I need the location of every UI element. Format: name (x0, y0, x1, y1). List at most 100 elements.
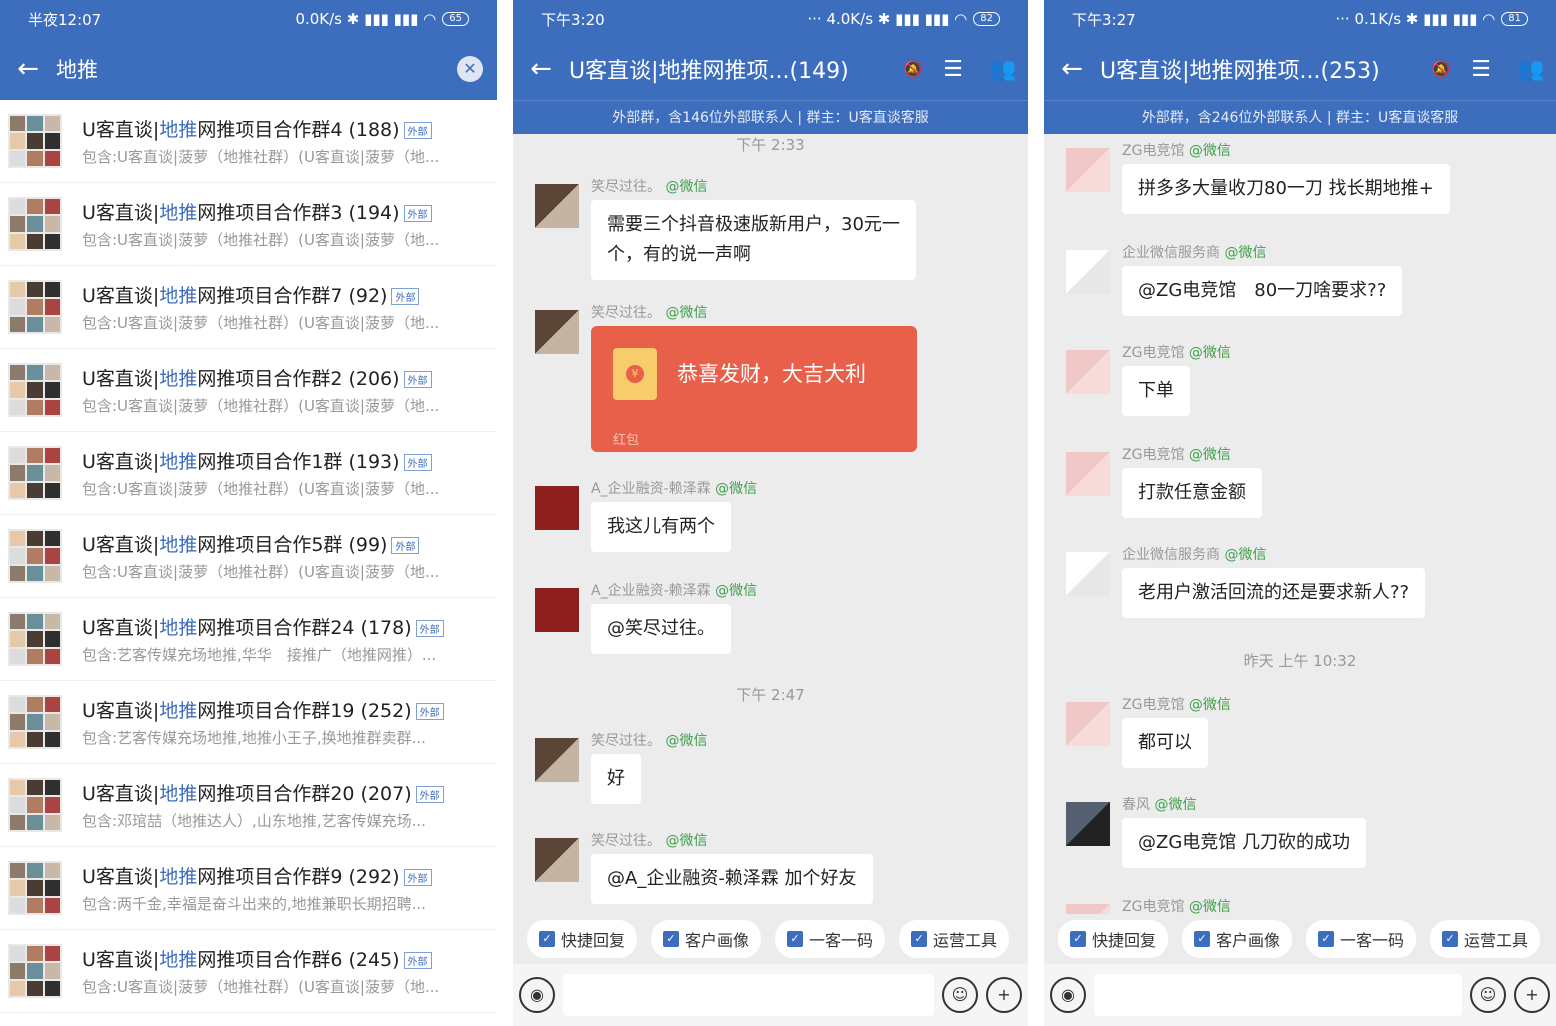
quick-action-label: 客户画像 (1216, 931, 1281, 950)
group-name: U客直谈|地推网推项目合作群6 (245) 外部 (82, 945, 479, 972)
avatar[interactable] (1066, 148, 1110, 192)
group-members-icon[interactable]: 👥 (978, 57, 1028, 82)
avatar[interactable] (535, 310, 579, 354)
sender-name-text: 笑尽过往。 (591, 305, 661, 321)
arrow-left-icon[interactable]: ← (513, 54, 569, 84)
sender-name: A_企业融资-赖泽霖 @微信 (591, 580, 757, 600)
avatar[interactable] (535, 588, 579, 632)
voice-icon[interactable]: ◉ (519, 977, 555, 1013)
group-name: U客直谈|地推网推项目合作群9 (292) 外部 (82, 862, 479, 889)
avatar[interactable] (1066, 702, 1110, 746)
group-result-item[interactable]: U客直谈|地推网推项目合作1群 (193) 外部 包含:U客直谈|菠萝（地推社群）(… (0, 432, 497, 515)
status-bar: 下午3:20 ··· 4.0K/s ✱ ▮▮▮ ▮▮▮ ◠ 82 (513, 0, 1028, 38)
avatar[interactable] (1066, 350, 1110, 394)
quick-action-button[interactable]: ✓ 运营工具 (899, 920, 1010, 958)
emoji-icon[interactable]: ☺ (942, 977, 978, 1013)
menu-list-icon[interactable]: ☰ (1456, 57, 1506, 82)
arrow-left-icon[interactable]: ← (0, 54, 56, 84)
search-highlight: 地推 (159, 534, 198, 556)
checkbox-icon: ✓ (1070, 931, 1086, 947)
message-bubble[interactable]: @ZG电竞馆 几刀砍的成功 (1122, 818, 1367, 868)
search-input[interactable] (56, 57, 457, 81)
message-bubble[interactable]: @A_企业融资-赖泽霖 加个好友 (591, 854, 873, 904)
avatar[interactable] (535, 184, 579, 228)
quick-action-button[interactable]: ✓ 一客一码 (1306, 920, 1417, 958)
group-result-item[interactable]: U客直谈|地推网推项目合作群2 (206) 外部 包含:U客直谈|菠萝（地推社群）(… (0, 349, 497, 432)
quick-action-button[interactable]: ✓ 一客一码 (775, 920, 886, 958)
message-bubble[interactable]: 需要三个抖音极速版新用户，30元一 个，有的说一声啊 (591, 200, 916, 280)
avatar[interactable] (1066, 904, 1110, 914)
avatar[interactable] (535, 738, 579, 782)
red-packet[interactable]: ¥ 恭喜发财，大吉大利 红包 (591, 326, 917, 452)
sender-name-text: 企业微信服务商 (1122, 245, 1220, 261)
message-bubble[interactable]: 我这儿有两个 (591, 502, 731, 552)
message-bubble[interactable]: 下单 (1122, 366, 1190, 416)
message-bubble[interactable]: 好 (591, 754, 641, 804)
quick-action-button[interactable]: ✓ 快捷回复 (527, 920, 638, 958)
group-result-item[interactable]: U客直谈|地推网推项目合作群24 (178) 外部 包含:艺客传媒充场地推,华华 接… (0, 598, 497, 681)
quick-action-button[interactable]: ✓ 客户画像 (651, 920, 762, 958)
arrow-left-icon[interactable]: ← (1044, 54, 1100, 84)
quick-action-label: 一客一码 (809, 931, 874, 950)
quick-action-label: 快捷回复 (1092, 931, 1157, 950)
message-bubble[interactable]: @笑尽过往。 (591, 604, 731, 654)
sender-name-text: ZG电竞馆 (1122, 447, 1185, 463)
external-tag: 外部 (415, 786, 444, 803)
group-name: U客直谈|地推网推项目合作1群 (193) 外部 (82, 447, 479, 474)
group-avatar (8, 944, 62, 998)
group-result-item[interactable]: U客直谈|地推网推项目合作群9 (292) 外部 包含:两千金,幸福是奋斗出来的,地… (0, 847, 497, 930)
message-bubble[interactable]: 打款任意金额 (1122, 468, 1262, 518)
message-bubble[interactable]: 拼多多大量收刀80一刀 找长期地推+ (1122, 164, 1450, 214)
plus-icon[interactable]: + (986, 977, 1022, 1013)
emoji-icon[interactable]: ☺ (1470, 977, 1506, 1013)
status-bar: 下午3:27 ··· 0.1K/s ✱ ▮▮▮ ▮▮▮ ◠ 81 (1044, 0, 1556, 38)
quick-action-label: 运营工具 (933, 931, 998, 950)
menu-list-icon[interactable]: ☰ (928, 57, 978, 82)
group-result-item[interactable]: U客直谈|地推网推项目合作群4 (188) 外部 包含:U客直谈|菠萝（地推社群）(… (0, 100, 497, 183)
voice-icon[interactable]: ◉ (1050, 977, 1086, 1013)
quick-action-button[interactable]: ✓ 快捷回复 (1058, 920, 1169, 958)
group-result-item[interactable]: U客直谈|地推网推项目合作群7 (92) 外部 包含:U客直谈|菠萝（地推社群）(U… (0, 266, 497, 349)
avatar[interactable] (1066, 802, 1110, 846)
message-bubble[interactable]: @ZG电竞馆 80一刀啥要求?? (1122, 266, 1403, 316)
wechat-source-tag: @微信 (1184, 697, 1231, 713)
quick-action-button[interactable]: ✓ 客户画像 (1182, 920, 1293, 958)
avatar[interactable] (535, 486, 579, 530)
timestamp: 下午 2:33 (736, 136, 805, 154)
avatar[interactable] (535, 838, 579, 882)
message-bubble[interactable]: 都可以 (1122, 718, 1208, 768)
avatar[interactable] (1066, 552, 1110, 596)
avatar[interactable] (1066, 452, 1110, 496)
group-avatar (8, 612, 62, 666)
plus-icon[interactable]: + (1514, 977, 1550, 1013)
message-input[interactable] (563, 974, 934, 1016)
group-name-prefix: U客直谈| (82, 534, 160, 556)
quick-action-button[interactable]: ✓ 运营工具 (1430, 920, 1541, 958)
group-name: U客直谈|地推网推项目合作群4 (188) 外部 (82, 115, 479, 142)
group-result-item[interactable]: U客直谈|地推网推项目合作群6 (245) 外部 包含:U客直谈|菠萝（地推社群）(… (0, 930, 497, 1013)
input-bar: ◉ ☺ + (1044, 964, 1556, 1026)
sender-name-text: ZG电竞馆 (1122, 697, 1185, 713)
group-avatar (8, 695, 62, 749)
avatar[interactable] (1066, 250, 1110, 294)
group-avatar (8, 114, 62, 168)
group-name-prefix: U客直谈| (82, 451, 160, 473)
quick-action-bar: ✓ 快捷回复 ✓ 客户画像 ✓ 一客一码 ✓ 运营工具 (513, 914, 1028, 964)
group-result-item[interactable]: U客直谈|地推网推项目合作5群 (99) 外部 包含:U客直谈|菠萝（地推社群）(U… (0, 515, 497, 598)
message-input[interactable] (1094, 974, 1462, 1016)
clear-icon[interactable]: ✕ (457, 56, 483, 82)
search-highlight: 地推 (159, 866, 198, 888)
group-result-item[interactable]: U客直谈|地推网推项目合作群20 (207) 外部 包含:邓琯喆（地推达人）,山东地… (0, 764, 497, 847)
group-avatar (8, 446, 62, 500)
yuan-coin-icon: ¥ (626, 365, 644, 383)
group-result-item[interactable]: U客直谈|地推网推项目合作群3 (194) 外部 包含:U客直谈|菠萝（地推社群）(… (0, 183, 497, 266)
external-tag: 外部 (415, 620, 444, 637)
group-name: U客直谈|地推网推项目合作5群 (99) 外部 (82, 530, 479, 557)
external-tag: 外部 (391, 288, 420, 305)
message-bubble[interactable]: 老用户激活回流的还是要求新人?? (1122, 568, 1426, 618)
external-tag: 外部 (403, 371, 432, 388)
group-result-item[interactable]: U客直谈|地推网推项目合作群19 (252) 外部 包含:艺客传媒充场地推,地推小王… (0, 681, 497, 764)
group-members-icon[interactable]: 👥 (1506, 57, 1556, 82)
group-name: U客直谈|地推网推项目合作群7 (92) 外部 (82, 281, 479, 308)
group-name: U客直谈|地推网推项目合作群3 (194) 外部 (82, 198, 479, 225)
